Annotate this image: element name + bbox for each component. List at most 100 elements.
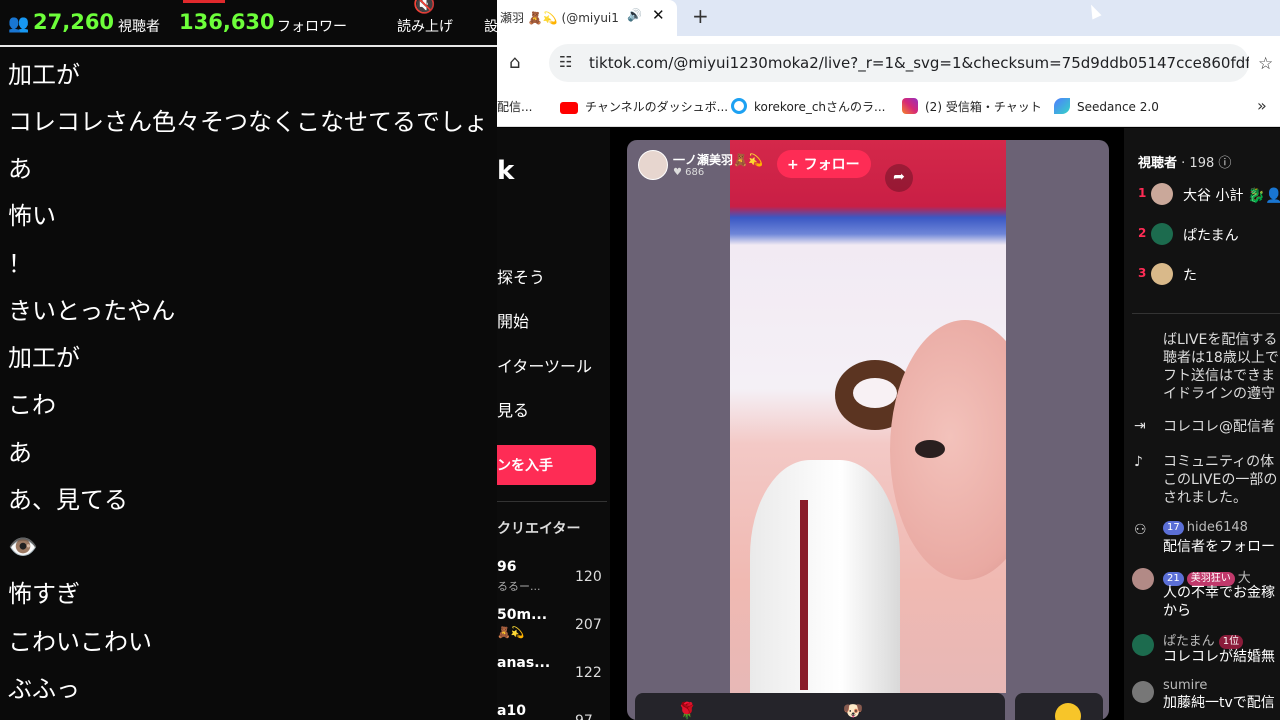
video-frame-detail <box>890 320 1006 580</box>
tiktok-logo[interactable]: k <box>497 156 514 186</box>
tiktok-sidebar: k 探そう 開始 イターツール 見る ンを入手 クリエイター 96 るるー...… <box>497 128 610 720</box>
nav-go-live[interactable]: 開始 <box>497 308 529 332</box>
host-name[interactable]: 一ノ瀬美羽🧸💫 <box>673 151 763 168</box>
comment: きいとったやん <box>8 297 176 325</box>
rank-number: 2 <box>1138 226 1147 240</box>
settings-button[interactable]: 設 <box>484 16 497 36</box>
avatar[interactable] <box>1132 568 1154 590</box>
comment: こわ <box>8 391 56 419</box>
chevron-right-icon[interactable]: » <box>1257 96 1267 115</box>
notice-line: ばLIVEを配信する <box>1163 332 1278 348</box>
bookmark-item[interactable]: 配信... <box>497 98 532 115</box>
bookmark-label: (2) 受信箱・チャット <box>925 100 1042 114</box>
get-app-button[interactable]: ンを入手 <box>497 445 596 485</box>
creator-item[interactable]: 50m... 🧸💫 207 <box>497 607 607 647</box>
tab-active[interactable]: 瀬羽 🧸💫 (@miyui1 🔊 ✕ <box>497 0 677 36</box>
creator-viewer-count: 97 <box>575 713 593 720</box>
notice-line: 聴者は18歳以上で <box>1163 350 1279 366</box>
community-line: されました。 <box>1163 490 1247 506</box>
host-avatar[interactable] <box>638 150 668 180</box>
chat-message: コレコレが結婚無 <box>1163 649 1275 665</box>
read-aloud-button[interactable]: 読み上げ <box>397 16 453 36</box>
community-line: このLIVEの一部の <box>1163 472 1278 488</box>
live-indicator <box>183 0 225 3</box>
tiktok-page: k 探そう 開始 イターツール 見る ンを入手 クリエイター 96 るるー...… <box>497 128 1280 720</box>
follower-count: 136,630 <box>179 10 275 34</box>
follower-label: フォロワー <box>277 19 347 35</box>
home-icon[interactable]: ⌂ <box>509 52 520 73</box>
chat-name[interactable]: 17 hide6148 <box>1163 520 1248 535</box>
bookmarks-bar: 配信... チャンネルのダッシュボ... korekore_chさんのラ... … <box>497 90 1280 127</box>
chat-message: 人の不幸でお金稼 <box>1163 585 1275 601</box>
browser-toolbar: ⌂ ☷ tiktok.com/@miyui1230moka2/live?_r=1… <box>497 36 1280 90</box>
live-video[interactable] <box>730 140 1006 693</box>
seedance-icon <box>1054 98 1070 114</box>
tab-title: 瀬羽 🧸💫 (@miyui1 <box>500 11 619 25</box>
comment: 加工が <box>8 61 80 89</box>
site-settings-icon[interactable]: ☷ <box>559 53 572 71</box>
viewers-label: 視聴者 <box>1138 156 1178 171</box>
ranking-row[interactable]: 3 た <box>1138 263 1280 287</box>
chat-name[interactable]: ぱたまん 1位 <box>1163 630 1246 649</box>
creator-item[interactable]: a10 97 <box>497 703 607 720</box>
comment: こわいこわい <box>8 628 152 656</box>
viewers-icon: 👥 <box>8 14 30 34</box>
viewers-heading: 視聴者 · 198 ⓘ <box>1138 152 1231 171</box>
speaker-icon[interactable]: 🔊 <box>627 8 642 22</box>
divider <box>1132 313 1280 314</box>
creator-viewer-count: 122 <box>575 665 602 681</box>
comment-overlay: 👥 27,260 視聴者 136,630 フォロワー 🔇 読み上げ 設 加工が … <box>0 0 497 720</box>
coin-icon[interactable] <box>1055 703 1081 720</box>
avatar[interactable] <box>1132 681 1154 703</box>
avatar <box>1151 223 1173 245</box>
ranking-name: た <box>1183 268 1197 284</box>
ranking-row[interactable]: 2 ぱたまん <box>1138 223 1280 247</box>
comment: 加工が <box>8 344 80 372</box>
bookmark-item[interactable]: (2) 受信箱・チャット <box>902 98 1042 115</box>
level-badge: 17 <box>1163 521 1184 535</box>
corgi-gift-icon[interactable]: 🐶 <box>843 701 863 720</box>
close-icon[interactable]: ✕ <box>652 6 665 24</box>
creator-item[interactable]: anas... 122 <box>497 655 607 695</box>
comment: あ <box>8 155 32 183</box>
avatar <box>1151 263 1173 285</box>
chat-message: 加藤純一tvで配信 <box>1163 695 1275 711</box>
rank-number: 3 <box>1138 266 1147 280</box>
avatar[interactable] <box>1132 634 1154 656</box>
nav-explore[interactable]: 探そう <box>497 264 545 288</box>
speaker-mute-icon[interactable]: 🔇 <box>413 0 435 15</box>
url-text[interactable]: tiktok.com/@miyui1230moka2/live?_r=1&_sv… <box>589 54 1249 72</box>
follow-button[interactable]: + フォロー <box>777 150 871 178</box>
rose-gift-icon[interactable]: 🌹 <box>677 701 697 720</box>
join-icon: ⇥ <box>1134 418 1146 434</box>
instagram-icon <box>902 98 918 114</box>
creator-item[interactable]: 96 るるー... 120 <box>497 559 607 599</box>
notice-line: イドラインの遵守 <box>1163 386 1275 402</box>
youtube-icon <box>560 102 578 114</box>
host-info: 一ノ瀬美羽🧸💫 ♥ 686 + フォロー ➦ <box>635 150 913 192</box>
viewers-count: · 198 <box>1181 156 1215 171</box>
coin-bar <box>1015 693 1103 720</box>
new-tab-button[interactable]: + <box>692 4 709 28</box>
creator-viewer-count: 120 <box>575 569 602 585</box>
chat-message: 配信者をフォロー <box>1163 539 1275 555</box>
nav-watch[interactable]: 見る <box>497 397 529 421</box>
bookmark-item[interactable]: チャンネルのダッシュボ... <box>560 98 728 115</box>
live-side-panel: 視聴者 · 198 ⓘ 1 大谷 小計 🐉👤 2 ぱたまん 3 た ばLIVEを… <box>1124 128 1280 720</box>
chat-name[interactable]: sumire <box>1163 678 1207 693</box>
ranking-row[interactable]: 1 大谷 小計 🐉👤 <box>1138 183 1280 207</box>
nav-creator-tools[interactable]: イターツール <box>497 353 592 377</box>
bookmark-star-icon[interactable]: ☆ <box>1258 54 1273 74</box>
avatar <box>1151 183 1173 205</box>
comment: ！ <box>8 250 32 278</box>
help-icon[interactable]: ⓘ <box>1218 156 1231 171</box>
chat-username: hide6148 <box>1186 520 1248 535</box>
bookmark-item[interactable]: korekore_chさんのラ... <box>731 98 885 115</box>
share-icon[interactable]: ➦ <box>885 164 913 192</box>
address-bar[interactable]: ☷ tiktok.com/@miyui1230moka2/live?_r=1&_… <box>549 44 1249 82</box>
creators-heading: クリエイター <box>497 521 581 537</box>
community-line: コミュニティの体 <box>1163 454 1275 470</box>
bookmark-item[interactable]: Seedance 2.0 <box>1054 98 1159 114</box>
chat-username: ぱたまん <box>1163 634 1215 649</box>
browser-window: 瀬羽 🧸💫 (@miyui1 🔊 ✕ + ⌂ ☷ tiktok.com/@miy… <box>497 0 1280 720</box>
